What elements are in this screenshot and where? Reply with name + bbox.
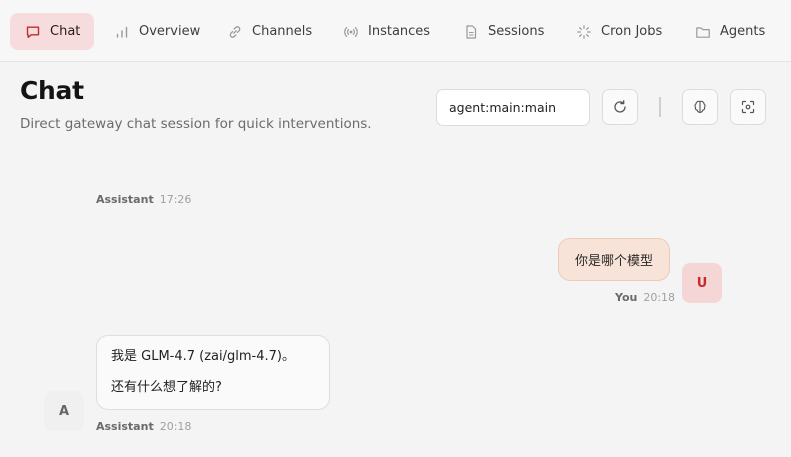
tab-label: Overview — [139, 24, 201, 39]
spinner-icon — [577, 24, 591, 39]
tab-agents[interactable]: Agents — [695, 13, 765, 50]
chat-scroll-edge — [0, 160, 791, 192]
message-time: 20:18 — [643, 291, 676, 304]
assistant-message-bubble: 我是 GLM-4.7 (zai/glm-4.7)。 还有什么想了解的? — [96, 335, 330, 410]
message-meta-clipped: Assistant 17:26 — [96, 193, 191, 206]
radio-icon — [344, 26, 358, 37]
refresh-button[interactable] — [602, 89, 638, 125]
tab-sessions[interactable]: Sessions — [463, 13, 544, 50]
message-author: Assistant — [96, 193, 154, 206]
user-message-bubble: 你是哪个模型 — [558, 238, 670, 281]
brain-toggle-button[interactable] — [682, 89, 718, 125]
tab-overview[interactable]: Overview — [114, 13, 200, 50]
assistant-avatar: A — [44, 391, 84, 431]
assistant-message-line: 还有什么想了解的? — [111, 380, 222, 395]
message-author: You — [615, 291, 638, 304]
tab-chat[interactable]: Chat — [10, 13, 94, 50]
tab-label: Sessions — [488, 24, 545, 39]
toolbar-divider — [659, 97, 661, 117]
tab-label: Channels — [252, 24, 313, 39]
tab-cron-jobs[interactable]: Cron Jobs — [576, 13, 662, 50]
chat-icon — [26, 26, 40, 38]
page-title: Chat — [20, 76, 84, 105]
tab-label: Instances — [368, 24, 431, 39]
bar-chart-icon — [116, 26, 128, 38]
refresh-icon — [614, 100, 626, 113]
focus-mode-button[interactable] — [730, 89, 766, 125]
focus-icon — [741, 100, 755, 114]
assistant-message-line: 我是 GLM-4.7 (zai/glm-4.7)。 — [111, 349, 295, 364]
tab-label: Cron Jobs — [601, 24, 663, 39]
document-icon — [466, 24, 477, 39]
page-subtitle: Direct gateway chat session for quick in… — [20, 116, 372, 132]
message-time: 20:18 — [159, 420, 192, 433]
assistant-message-meta: Assistant 20:18 — [96, 420, 191, 433]
top-nav: Chat Overview Channels Instances Session… — [0, 0, 791, 62]
tab-label: Chat — [50, 24, 81, 39]
folder-icon — [696, 26, 710, 38]
user-message-text: 你是哪个模型 — [574, 254, 653, 269]
user-message-meta: You 20:18 — [615, 291, 675, 304]
brain-icon — [694, 100, 706, 114]
tab-channels[interactable]: Channels — [227, 13, 312, 50]
message-author: Assistant — [96, 420, 154, 433]
message-time: 17:26 — [159, 193, 192, 206]
session-input[interactable]: agent:main:main — [436, 89, 590, 126]
tab-label: Agents — [720, 24, 766, 39]
tab-instances[interactable]: Instances — [343, 13, 430, 50]
link-icon — [229, 25, 241, 38]
user-avatar: U — [682, 263, 722, 303]
